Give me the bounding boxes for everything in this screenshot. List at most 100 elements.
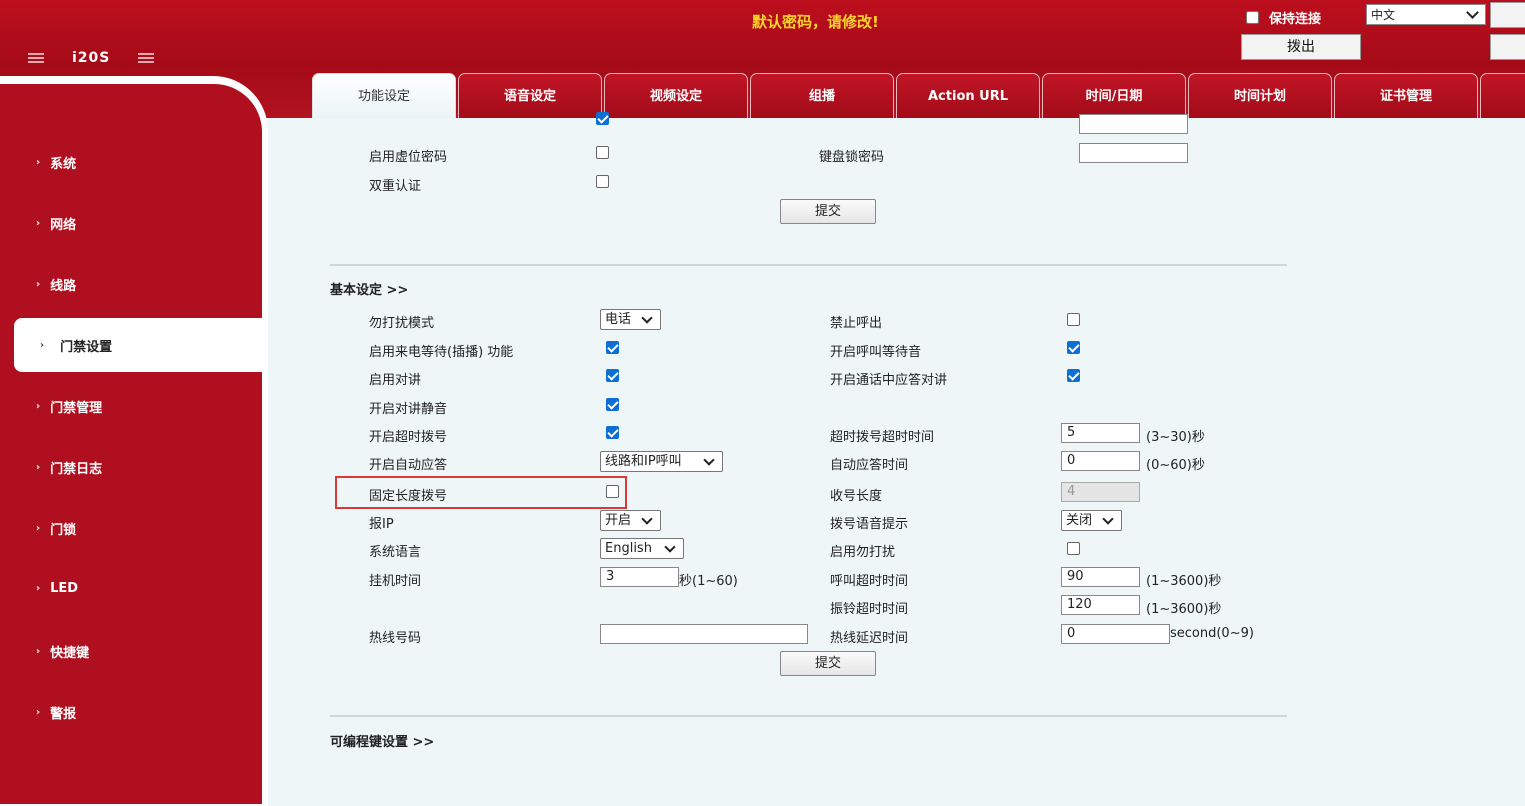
sidebar-item-access-log[interactable]: › 门禁日志 [36,458,102,477]
fixed-length-dial-checkbox[interactable] [606,485,619,498]
language-select-value: 中文 [1371,8,1396,22]
call-timeout-range: (1~3600)秒 [1146,574,1222,589]
intercom-mute-checkbox[interactable] [606,398,619,411]
chevron-down-icon [664,541,676,553]
product-name: i20S [72,50,111,66]
chevron-right-icon: › [36,279,41,290]
call-timeout-input[interactable]: 90 [1061,567,1140,587]
tab-video-settings[interactable]: 视频设定 [604,73,748,118]
sidebar-item-network[interactable]: › 网络 [36,214,76,233]
auto-answer-time-input[interactable]: 0 [1061,451,1140,471]
hangup-time-range: 秒(1~60) [679,574,738,589]
virtual-password-label: 启用虚位密码 [369,150,448,165]
hotline-number-input[interactable] [600,624,808,644]
hotline-delay-input[interactable]: 0 [1061,624,1170,644]
dnd-mode-value: 电话 [605,312,632,327]
security-submit-button[interactable]: 提交 [780,199,876,224]
keep-connection-checkbox[interactable] [1246,11,1259,24]
tab-multicast[interactable]: 组播 [750,73,894,118]
hangup-time-input[interactable]: 3 [600,567,679,587]
section-divider [330,715,1287,717]
chevron-down-icon [703,454,715,466]
tab-more[interactable] [1480,73,1525,118]
chevron-right-icon: › [36,523,41,534]
programmable-keys-title[interactable]: 可编程键设置 >> [330,731,434,750]
system-language-select[interactable]: English [600,538,684,559]
sidebar-item-system[interactable]: › 系统 [36,153,76,172]
timeout-dial-time-range: (3~30)秒 [1146,430,1205,445]
sidebar-item-label: 快捷键 [50,646,90,661]
system-language-label: 系统语言 [369,545,422,560]
report-ip-value: 开启 [605,513,632,528]
timeout-dial-time-input[interactable]: 5 [1061,423,1140,443]
enable-dnd-checkbox[interactable] [1067,542,1080,555]
sidebar-item-label: 警报 [50,707,77,722]
chevron-right-icon: › [36,707,41,718]
sidebar-item-alarm[interactable]: › 警报 [36,703,76,722]
ringback-checkbox[interactable] [1067,341,1080,354]
sidebar-item-access-management[interactable]: › 门禁管理 [36,397,102,416]
virtual-password-checkbox[interactable] [596,146,609,159]
auto-answer-time-range: (0~60)秒 [1146,458,1205,473]
clipped-row-checkbox[interactable] [596,112,609,125]
call-timeout-label: 呼叫超时时间 [830,574,909,589]
sidebar-item-hotkeys[interactable]: › 快捷键 [36,642,89,661]
dnd-mode-select[interactable]: 电话 [600,309,661,330]
report-ip-select[interactable]: 开启 [600,510,661,531]
hotline-delay-range: second(0~9) [1170,626,1254,641]
dnd-mode-label: 勿打扰模式 [369,316,435,331]
header-edge-button-bottom[interactable] [1490,34,1525,60]
header-edge-button-top[interactable] [1490,2,1525,28]
tab-function-settings[interactable]: 功能设定 [312,73,456,118]
sidebar-item-label: 门禁管理 [50,401,103,416]
sidebar-item-led[interactable]: › LED [36,581,78,596]
auto-answer-select[interactable]: 线路和IP呼叫 [600,451,723,472]
auto-answer-value: 线路和IP呼叫 [605,454,682,469]
dial-out-button[interactable]: 拨出 [1241,34,1361,60]
clipped-row-label [369,118,469,126]
chevron-right-icon: › [36,157,41,168]
tab-time-schedule[interactable]: 时间计划 [1188,73,1332,118]
sidebar-item-label: LED [50,581,79,596]
ring-timeout-range: (1~3600)秒 [1146,602,1222,617]
sidebar-item-line[interactable]: › 线路 [36,275,76,294]
sidebar-item-label: 门禁设置 [60,339,113,355]
keypad-lock-password-label: 键盘锁密码 [819,150,885,165]
tab-time-date[interactable]: 时间/日期 [1042,73,1186,118]
hangup-time-label: 挂机时间 [369,574,422,589]
timeout-dial-checkbox[interactable] [606,426,619,439]
sidebar-item-label: 门锁 [50,523,77,538]
sidebar [0,84,262,804]
receive-length-input: 4 [1061,482,1140,502]
intercom-mute-label: 开启对讲静音 [369,402,448,417]
dial-voice-prompt-value: 关闭 [1066,513,1093,528]
chevron-down-icon [641,312,653,324]
answer-intercom-in-call-checkbox[interactable] [1067,369,1080,382]
sidebar-item-access-settings[interactable]: › 门禁设置 [14,318,262,372]
tab-action-url[interactable]: Action URL [896,73,1040,118]
ring-timeout-input[interactable]: 120 [1061,595,1140,615]
intercom-checkbox[interactable] [606,369,619,382]
dual-auth-checkbox[interactable] [596,175,609,188]
basic-submit-button[interactable]: 提交 [780,651,876,676]
ring-timeout-label: 振铃超时时间 [830,602,909,617]
chevron-right-icon: › [36,583,41,594]
tab-certificate-management[interactable]: 证书管理 [1334,73,1478,118]
auto-answer-time-label: 自动应答时间 [830,458,909,473]
tab-voice-settings[interactable]: 语音设定 [458,73,602,118]
clipped-row-input[interactable] [1079,114,1188,134]
keypad-lock-password-input[interactable] [1079,143,1188,163]
chevron-down-icon [1102,513,1114,525]
sidebar-item-door-lock[interactable]: › 门锁 [36,519,76,538]
chevron-right-icon: › [36,646,41,657]
keep-connection-toggle[interactable]: 保持连接 [1246,8,1321,27]
language-select[interactable]: 中文 [1366,4,1486,25]
dial-voice-prompt-label: 拨号语音提示 [830,517,909,532]
call-waiting-checkbox[interactable] [606,341,619,354]
receive-length-label: 收号长度 [830,489,883,504]
default-password-warning: 默认密码，请修改! [752,13,879,31]
basic-settings-title[interactable]: 基本设定 >> [330,279,408,298]
disable-outgoing-checkbox[interactable] [1067,313,1080,326]
dial-voice-prompt-select[interactable]: 关闭 [1061,510,1122,531]
system-language-value: English [605,541,652,556]
